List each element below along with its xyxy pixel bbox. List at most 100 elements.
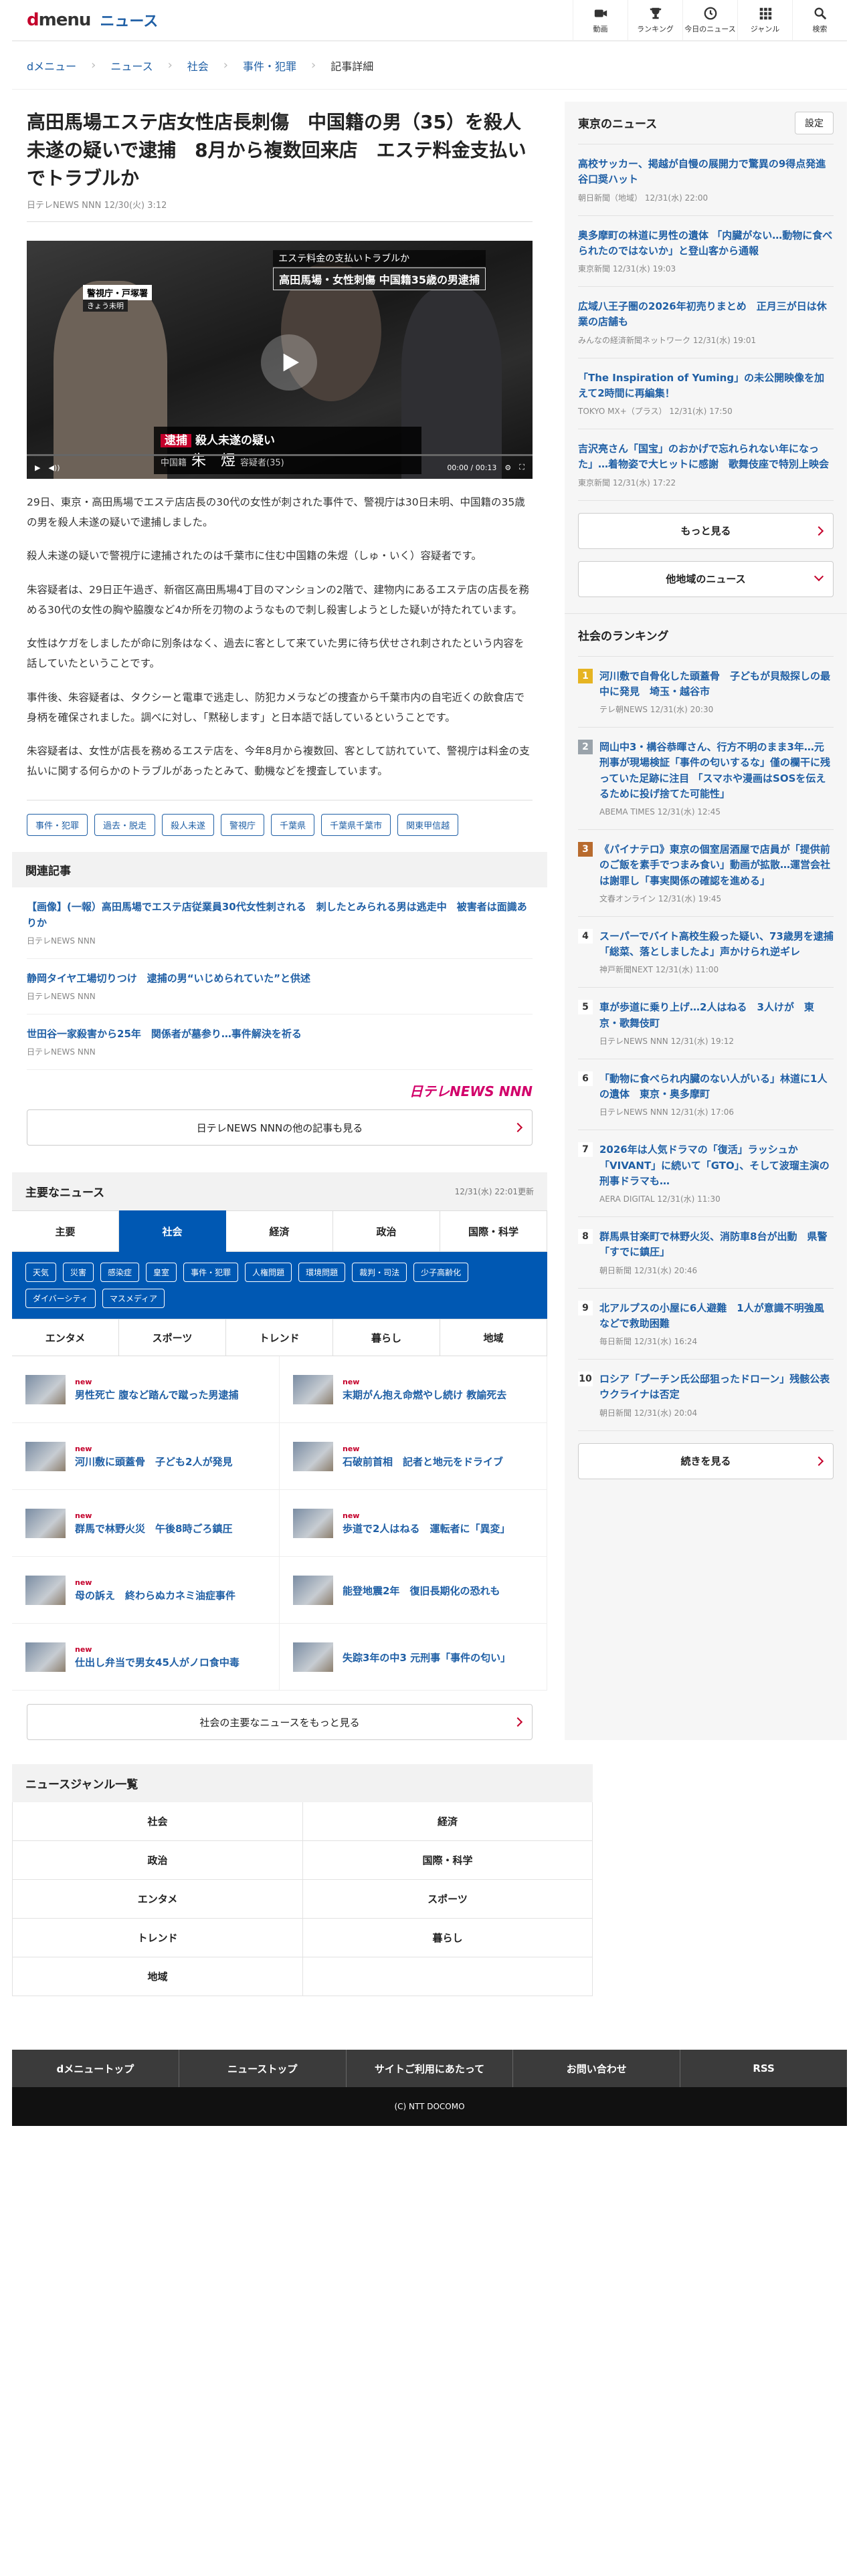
chip[interactable]: 裁判・司法 [352,1263,407,1283]
other-region-dropdown[interactable]: 他地域のニュース [578,560,834,597]
ranking-item[interactable]: 5 車が歩道に乗り上げ…2人はねる 3人けが 東京・歌舞伎町 日テレNEWS NNN… [578,988,834,1059]
chip[interactable]: 環境問題 [298,1263,346,1283]
nav-genre[interactable]: ジャンル [737,0,792,41]
news-item[interactable]: new 石破前首相 記者と地元をドライブ [280,1423,547,1491]
ranking-item[interactable]: 4 スーパーでバイト高校生殺った疑い、73歳男を逮捕 「総菜、落としましたよ」声か… [578,917,834,988]
news-item[interactable]: new 群馬で林野火災 午後8時ごろ鎮圧 [12,1490,280,1558]
footer-link-terms[interactable]: サイトご利用にあたって [347,2050,514,2088]
genre-link[interactable]: 暮らし [302,1919,593,1958]
local-news-item[interactable]: 吉沢亮さん「国宝」のおかげで忘れられない年になった」…着物姿で大ヒットに感謝 歌… [578,429,834,501]
breadcrumb-news[interactable]: ニュース [110,58,153,74]
tag[interactable]: 警視庁 [221,814,265,837]
tab-main[interactable]: 主要 [12,1210,119,1253]
news-item[interactable]: new 末期がん抱え命燃やし続け 教諭死去 [280,1356,547,1424]
news-item[interactable]: 能登地震2年 復旧長期化の恐れも [280,1557,547,1624]
tag[interactable]: 殺人未遂 [162,814,215,837]
footer-link-dmenu-top[interactable]: dメニュートップ [12,2050,179,2088]
play-button[interactable] [261,334,317,391]
ranking-item[interactable]: 9 北アルプスの小屋に6人避難 1人が意識不明強風などで救助困難 毎日新聞 12/3… [578,1289,834,1360]
chip[interactable]: 少子高齢化 [413,1263,469,1283]
chip[interactable]: 天気 [25,1263,57,1283]
ranking-item[interactable]: 2 岡山中3・構谷恭暉さん、行方不明のまま3年…元刑事が現場検証「事件の匂いするな… [578,728,834,830]
footer-nav: dメニュートップ ニューストップ サイトご利用にあたって お問い合わせ RSS [12,2050,847,2088]
logo[interactable]: dmenu ニュース [12,9,158,31]
settings-button[interactable]: 設定 [795,111,834,134]
more-local-button[interactable]: もっと見る [578,512,834,549]
chip[interactable]: 事件・犯罪 [183,1263,239,1283]
footer-link-rss[interactable]: RSS [680,2050,847,2087]
chevron-right-icon [814,1456,824,1466]
article-source[interactable]: 日テレNEWS NNN [27,201,101,211]
volume-icon[interactable]: ◀)) [48,463,60,472]
news-item[interactable]: new 男性死亡 腹など踏んで蹴った男逮捕 [12,1356,280,1424]
chip[interactable]: 皇室 [146,1263,177,1283]
local-news-item[interactable]: 奥多摩町の林道に男性の遺体 「内臓がない…動物に食べられたのではないか」と登山客… [578,216,834,287]
new-badge: new [75,1578,92,1587]
ranking-item[interactable]: 6 「動物に食べられ内臓のない人がいる」林道に1人の遺体 東京・奥多摩町 日テレNE… [578,1059,834,1131]
ranking-item[interactable]: 3 《パイナテロ》東京の個室居酒屋で店員が「提供前のご飯を素手でつまみ食い」動画が… [578,830,834,917]
breadcrumb-society[interactable]: 社会 [187,58,209,74]
related-item[interactable]: 世田谷一家殺害から25年 関係者が墓参り…事件解決を祈る 日テレNEWS NNN [27,1014,533,1071]
dmenu-logo[interactable]: dmenu [27,10,91,30]
breadcrumb: dメニュー › ニュース › 社会 › 事件・犯罪 › 記事詳細 [12,41,847,90]
tab-entertainment[interactable]: エンタメ [12,1319,119,1357]
local-news-item[interactable]: 高校サッカー、掲越が自慢の展開力で驚異の9得点発進 谷口奨ハット 朝日新聞（地域… [578,144,836,216]
chip[interactable]: 人権問題 [245,1263,292,1283]
tab-sports[interactable]: スポーツ [119,1319,226,1357]
nav-today[interactable]: 今日のニュース [682,0,737,41]
nav-ranking[interactable]: ランキング [628,0,682,41]
tag[interactable]: 千葉県 [271,814,315,837]
news-item[interactable]: 失踪3年の中3 元刑事「事件の匂い」 [280,1624,547,1691]
video-player[interactable]: エステ料金の支払いトラブルか 高田馬場・女性刺傷 中国籍35歳の男逮捕 警視庁・… [27,241,533,479]
footer-link-news-top[interactable]: ニューストップ [179,2050,347,2088]
chip[interactable]: ダイバーシティ [25,1289,96,1309]
news-item[interactable]: new 歩道で2人はねる 運転者に「異変」 [280,1490,547,1558]
fullscreen-icon[interactable]: ⛶ [519,463,524,472]
genre-link[interactable]: 地域 [12,1957,302,1997]
genre-link[interactable]: 社会 [12,1802,302,1842]
tag[interactable]: 過去・脱走 [94,814,156,837]
tag[interactable]: 千葉県千葉市 [321,814,391,837]
chip[interactable]: 感染症 [100,1263,140,1283]
genre-link[interactable]: 政治 [12,1841,302,1881]
genre-link[interactable]: スポーツ [302,1880,593,1919]
nav-search[interactable]: 検索 [792,0,847,41]
ranking-item[interactable]: 8 群馬県甘楽町で林野火災、消防車8台が出動 県警「すでに鎮圧」 朝日新聞 12/3… [578,1217,834,1289]
play-small-icon[interactable]: ▶ [35,463,40,472]
related-item[interactable]: 静岡タイヤ工場切りつけ 逮捕の男“いじめられていた”と供述 日テレNEWS NN… [27,959,533,1015]
tab-politics[interactable]: 政治 [333,1210,440,1253]
more-ranking-button[interactable]: 続きを見る [578,1442,834,1479]
more-ntv-articles-button[interactable]: 日テレNEWS NNNの他の記事も見る [27,1109,533,1146]
genre-link[interactable]: 国際・科学 [302,1841,593,1881]
breadcrumb-dmenu[interactable]: dメニュー [27,58,76,74]
ranking-item[interactable]: 7 2026年は人気ドラマの「復活」ラッシュか 「VIVANT」に続いて「GTO」… [578,1130,834,1217]
local-news-item[interactable]: 「The Inspiration of Yuming」の未公開映像を加えて2時間… [578,358,834,429]
chip[interactable]: 災害 [63,1263,94,1283]
tab-life[interactable]: 暮らし [333,1319,440,1357]
news-logo[interactable]: ニュース [100,9,158,31]
genre-link[interactable]: エンタメ [12,1880,302,1919]
more-society-news-button[interactable]: 社会の主要なニュースをもっと見る [27,1704,533,1741]
news-item[interactable]: new 河川敷に頭蓋骨 子ども2人が発見 [12,1423,280,1491]
nav-video[interactable]: 動画 [573,0,628,41]
tab-economy[interactable]: 経済 [226,1210,333,1253]
video-time-label: きょう未明 [83,300,128,312]
related-item[interactable]: 【画像】(一報）高田馬場でエステ店従業員30代女性刺される 刺したとみられる男は… [27,887,533,959]
tab-region[interactable]: 地域 [440,1319,547,1357]
breadcrumb-crime[interactable]: 事件・犯罪 [243,58,296,74]
footer-link-contact[interactable]: お問い合わせ [513,2050,681,2088]
ranking-item[interactable]: 10 ロシア「プーチン氏公邸狙ったドローン」残骸公表 ウクライナは否定 朝日新聞 1… [578,1360,840,1431]
tab-trend[interactable]: トレンド [226,1319,333,1357]
news-item[interactable]: new 仕出し弁当で男女45人がノロ食中毒 [12,1624,280,1691]
tab-society[interactable]: 社会 [119,1210,226,1253]
genre-link[interactable]: 経済 [302,1802,593,1842]
tab-international[interactable]: 国際・科学 [440,1210,547,1253]
settings-icon[interactable]: ⚙ [504,463,511,472]
genre-link[interactable]: トレンド [12,1919,302,1958]
local-news-item[interactable]: 広域八王子圏の2026年初売りまとめ 正月三が日は休業の店舗も みんなの経済新聞… [578,287,834,358]
ranking-item[interactable]: 1 河川敷で自骨化した頭蓋骨 子どもが貝殻探しの最中に発見 埼玉・越谷市 テレ朝NE… [578,657,834,728]
chip[interactable]: マスメディア [102,1289,165,1309]
news-item[interactable]: new 母の訴え 終わらぬカネミ油症事件 [12,1557,280,1624]
tag[interactable]: 関東甲信越 [397,814,459,837]
tag[interactable]: 事件・犯罪 [27,814,88,837]
